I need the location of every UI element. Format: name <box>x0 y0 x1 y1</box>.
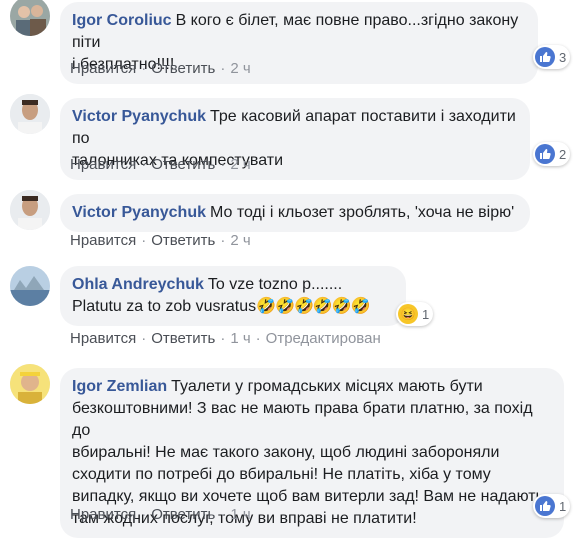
avatar-photo-icon <box>10 0 50 36</box>
avatar-photo-icon <box>10 266 50 306</box>
comment-time[interactable]: 1 ч <box>230 506 250 523</box>
like-link[interactable]: Нравится <box>70 506 136 523</box>
like-icon <box>535 496 555 516</box>
reaction-number: 2 <box>559 146 567 162</box>
comment-text-line: сходити по потребі до вбиральні! Не плат… <box>72 466 491 483</box>
reply-link[interactable]: Ответить <box>151 156 215 173</box>
comment-actions: Нравится · Ответить · 2 ч <box>70 156 251 173</box>
comment-actions: Нравится · Ответить · 1 ч <box>70 506 251 523</box>
reply-link[interactable]: Ответить <box>151 330 215 347</box>
comment-time[interactable]: 2 ч <box>230 60 250 77</box>
comment-text-line: Мо тоді і кльозет зроблять, 'хоча не вір… <box>209 204 515 221</box>
reaction-count[interactable]: 😆 1 <box>396 302 434 326</box>
reaction-number: 1 <box>422 306 430 322</box>
comment-text-line: вбиральні! Не має такого закону, щоб люд… <box>72 444 500 461</box>
comment-actions: Нравится · Ответить · 1 ч · Отредактирован <box>70 330 381 347</box>
comment-time[interactable]: 2 ч <box>230 156 250 173</box>
reaction-number: 1 <box>559 498 567 514</box>
avatar[interactable] <box>10 0 50 36</box>
like-icon <box>535 144 555 164</box>
comment-bubble: Ohla Andreychuk To vze tozno p....... Pla… <box>60 266 406 326</box>
comment-time[interactable]: 1 ч <box>230 330 250 347</box>
comment-author[interactable]: Victor Pyanychuk <box>72 204 206 221</box>
like-icon <box>535 47 555 67</box>
comment-author[interactable]: Ohla Andreychuk <box>72 276 204 293</box>
comment-time[interactable]: 2 ч <box>230 232 250 249</box>
comment-text-line: To vze tozno p....... <box>207 276 343 293</box>
like-link[interactable]: Нравится <box>70 330 136 347</box>
reaction-count[interactable]: 1 <box>533 494 571 518</box>
like-link[interactable]: Нравится <box>70 60 136 77</box>
comment-author[interactable]: Igor Zemlian <box>72 378 167 395</box>
haha-icon: 😆 <box>398 304 418 324</box>
avatar[interactable] <box>10 266 50 306</box>
reaction-count[interactable]: 2 <box>533 142 571 166</box>
comment-author[interactable]: Victor Pyanychuk <box>72 108 206 125</box>
emoji-row: 🤣🤣🤣🤣🤣🤣 <box>256 298 371 315</box>
reaction-count[interactable]: 3 <box>533 45 571 69</box>
comment-actions: Нравится · Ответить · 2 ч <box>70 60 251 77</box>
comment-actions: Нравится · Ответить · 2 ч <box>70 232 251 249</box>
comment-text-line: безкоштовними! З вас не мають права брат… <box>72 400 533 439</box>
like-link[interactable]: Нравится <box>70 156 136 173</box>
reply-link[interactable]: Ответить <box>151 232 215 249</box>
avatar[interactable] <box>10 94 50 134</box>
avatar[interactable] <box>10 190 50 230</box>
reply-link[interactable]: Ответить <box>151 506 215 523</box>
comment-author[interactable]: Igor Coroliuc <box>72 12 172 29</box>
avatar-photo-icon <box>10 94 50 134</box>
edited-label[interactable]: Отредактирован <box>266 330 381 347</box>
comment-bubble: Victor Pyanychuk Мо тоді і кльозет зробля… <box>60 194 530 232</box>
reaction-number: 3 <box>559 49 567 65</box>
avatar-photo-icon <box>10 190 50 230</box>
like-link[interactable]: Нравится <box>70 232 136 249</box>
comment-text-line: Platutu za to zob vusratus <box>72 298 257 315</box>
avatar[interactable] <box>10 364 50 404</box>
reply-link[interactable]: Ответить <box>151 60 215 77</box>
comment-text-line: Туалети у громадських місцях мають бути <box>171 378 483 395</box>
avatar-photo-icon <box>10 364 50 404</box>
comment-text-line: випадку, якщо ви хочете щоб вам витерли … <box>72 488 544 505</box>
